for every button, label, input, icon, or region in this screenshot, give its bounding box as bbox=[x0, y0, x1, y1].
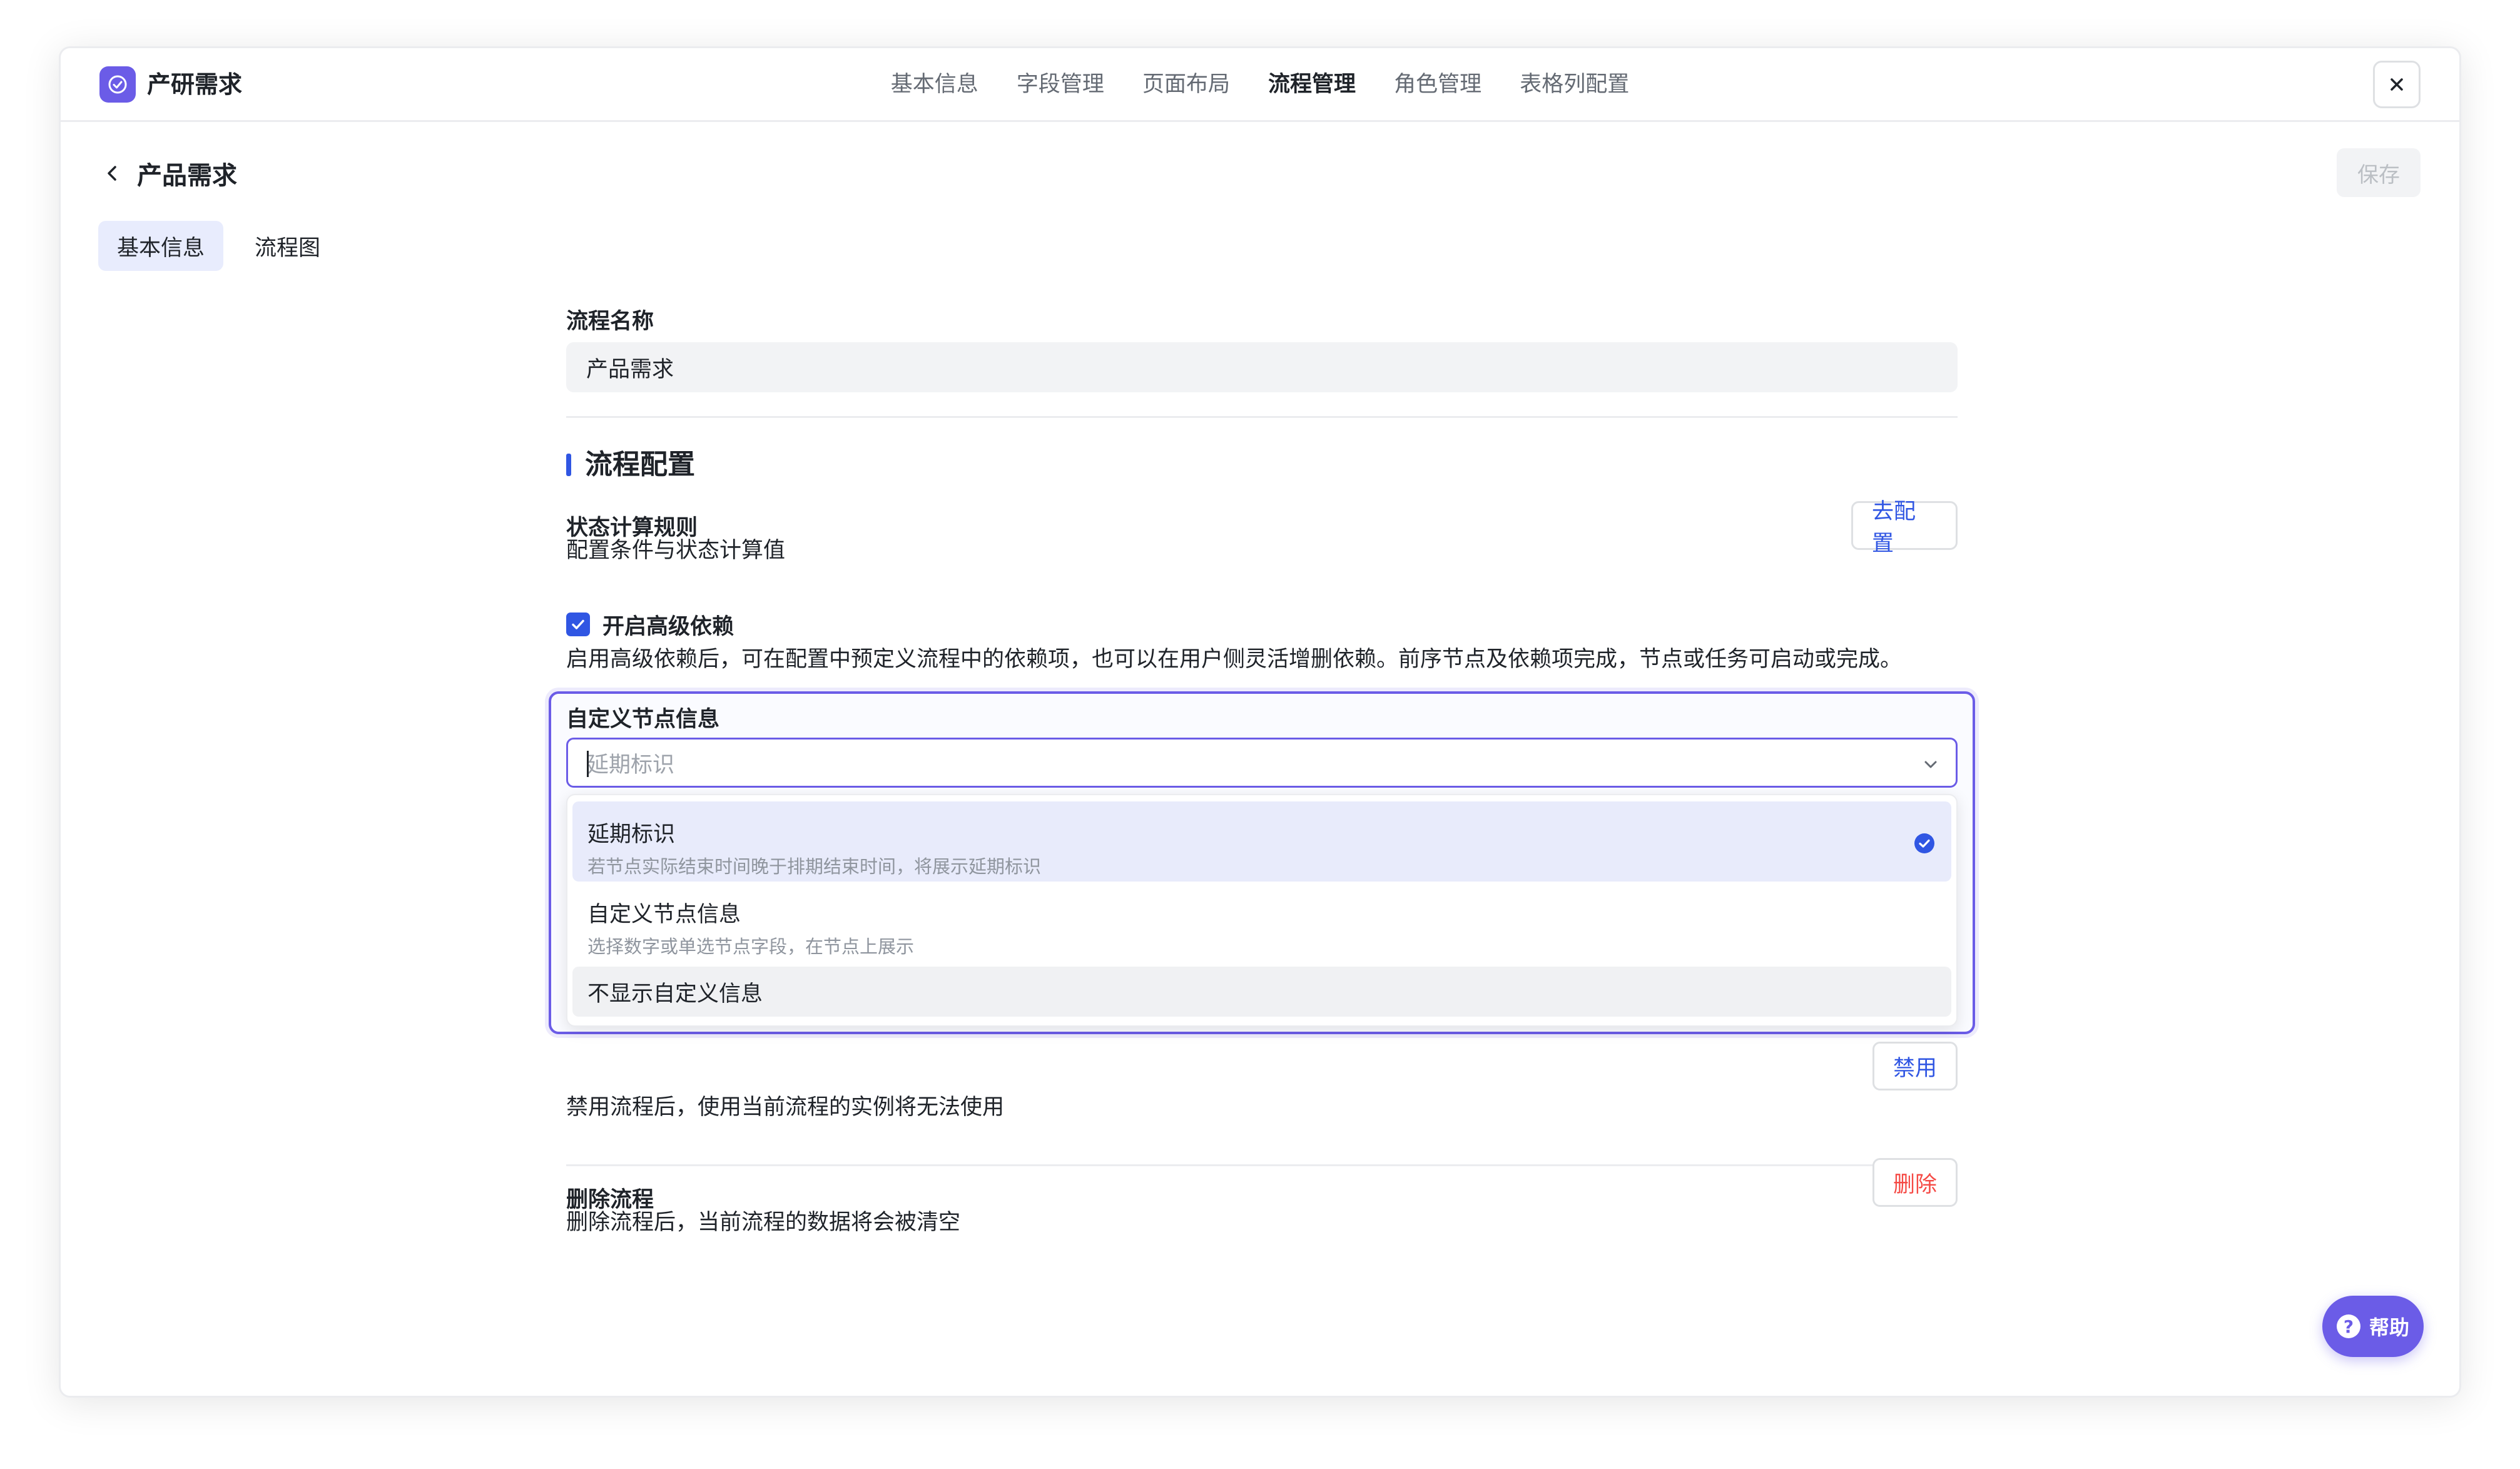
disable-button[interactable]: 禁用 bbox=[1872, 1042, 1958, 1090]
chevron-down-icon bbox=[1924, 761, 1937, 768]
top-tab-bar: 基本信息 字段管理 页面布局 流程管理 角色管理 表格列配置 bbox=[61, 67, 2459, 102]
custom-node-label: 自定义节点信息 bbox=[566, 707, 720, 732]
check-circle-icon bbox=[1914, 833, 1934, 853]
subtab-flowchart[interactable]: 流程图 bbox=[236, 221, 339, 271]
advanced-dependency-label: 开启高级依赖 bbox=[602, 614, 734, 639]
back-button[interactable] bbox=[99, 161, 124, 186]
process-name-label: 流程名称 bbox=[566, 309, 654, 334]
dropdown-option-hide-custom-info[interactable]: 不显示自定义信息 bbox=[572, 967, 1951, 1017]
divider bbox=[566, 1164, 1958, 1166]
close-icon bbox=[2390, 78, 2403, 91]
process-name-input[interactable]: 产品需求 bbox=[566, 342, 1958, 392]
tab-table-column-config[interactable]: 表格列配置 bbox=[1520, 67, 1629, 102]
advanced-dependency-checkbox[interactable] bbox=[566, 613, 590, 636]
option-title: 自定义节点信息 bbox=[587, 902, 741, 927]
option-title: 延期标识 bbox=[587, 822, 676, 847]
advanced-dependency-desc: 启用高级依赖后，可在配置中预定义流程中的依赖项，也可以在用户侧灵活增删依赖。前序… bbox=[566, 647, 1903, 672]
tab-field-management[interactable]: 字段管理 bbox=[1017, 67, 1104, 102]
custom-node-dropdown: 延期标识 若节点实际结束时间晚于排期结束时间，将展示延期标识 自定义节点信息 选… bbox=[566, 794, 1958, 1027]
tab-role-management[interactable]: 角色管理 bbox=[1394, 67, 1481, 102]
option-desc: 若节点实际结束时间晚于排期结束时间，将展示延期标识 bbox=[587, 856, 1042, 877]
save-button[interactable]: 保存 bbox=[2337, 148, 2421, 197]
help-label: 帮助 bbox=[2369, 1316, 2409, 1339]
dropdown-option-delay-mark[interactable]: 延期标识 若节点实际结束时间晚于排期结束时间，将展示延期标识 bbox=[572, 801, 1951, 882]
section-title: 流程配置 bbox=[585, 449, 695, 480]
divider bbox=[566, 416, 1958, 418]
status-rule-desc: 配置条件与状态计算值 bbox=[566, 538, 786, 563]
question-icon: ? bbox=[2336, 1314, 2360, 1338]
chevron-left-icon bbox=[108, 166, 116, 181]
dropdown-option-custom-node-info[interactable]: 自定义节点信息 选择数字或单选节点字段，在节点上展示 bbox=[572, 882, 1951, 967]
help-button[interactable]: ? 帮助 bbox=[2322, 1296, 2424, 1357]
delete-desc: 删除流程后，当前流程的数据将会被清空 bbox=[566, 1210, 961, 1235]
disable-desc: 禁用流程后，使用当前流程的实例将无法使用 bbox=[566, 1095, 1005, 1120]
subtab-basic-info[interactable]: 基本信息 bbox=[98, 221, 224, 271]
top-header: 产研需求 基本信息 字段管理 页面布局 流程管理 角色管理 表格列配置 bbox=[61, 48, 2459, 122]
tab-page-layout[interactable]: 页面布局 bbox=[1142, 67, 1230, 102]
option-title: 不显示自定义信息 bbox=[587, 981, 763, 1007]
option-desc: 选择数字或单选节点字段，在节点上展示 bbox=[587, 936, 915, 957]
section-marker bbox=[566, 454, 571, 476]
custom-node-select[interactable]: 延期标识 bbox=[566, 738, 1958, 788]
tab-basic-info[interactable]: 基本信息 bbox=[891, 67, 978, 102]
tab-process-management[interactable]: 流程管理 bbox=[1268, 67, 1356, 102]
check-icon bbox=[572, 619, 584, 629]
sub-tab-bar: 基本信息 流程图 bbox=[98, 221, 352, 271]
delete-button[interactable]: 删除 bbox=[1872, 1158, 1958, 1207]
text-cursor bbox=[587, 751, 589, 777]
page-title: 产品需求 bbox=[137, 161, 237, 190]
custom-node-placeholder: 延期标识 bbox=[587, 752, 675, 778]
breadcrumb: 产品需求 bbox=[99, 155, 237, 192]
close-button[interactable] bbox=[2373, 61, 2421, 108]
app-window: 产研需求 基本信息 字段管理 页面布局 流程管理 角色管理 表格列配置 产品需求… bbox=[59, 46, 2461, 1398]
configure-button[interactable]: 去配置 bbox=[1851, 499, 1958, 556]
